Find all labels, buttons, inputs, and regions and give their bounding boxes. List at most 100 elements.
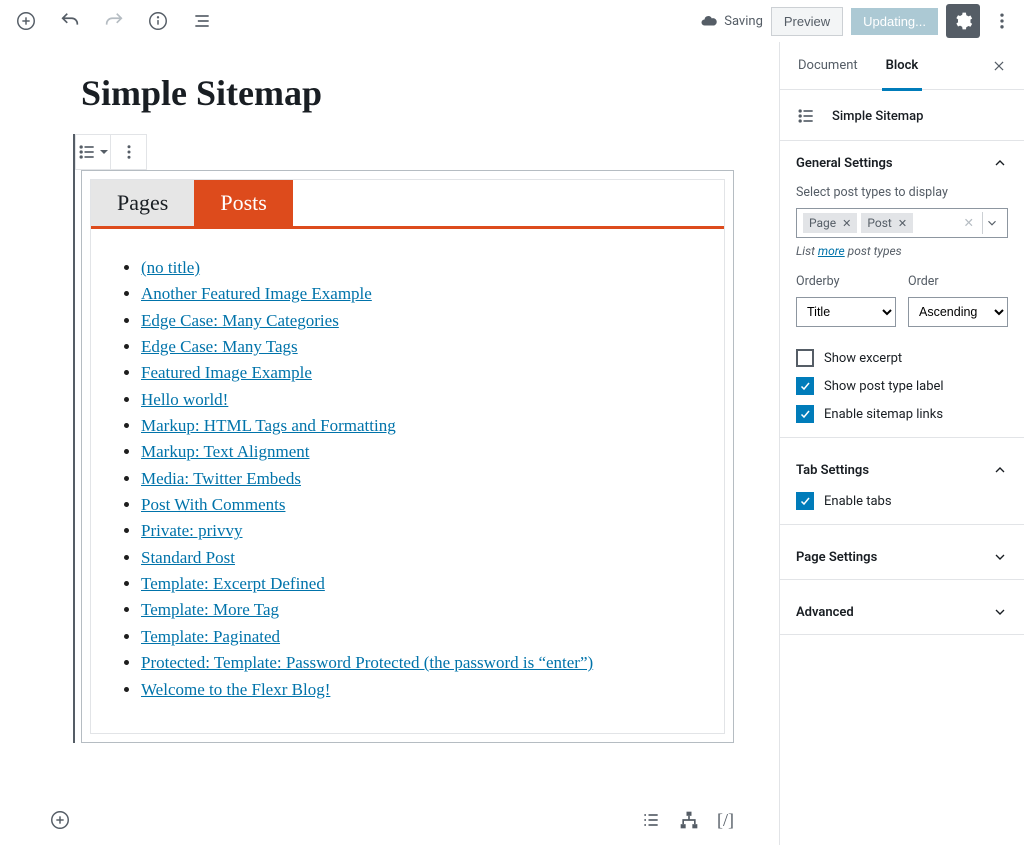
outline-button[interactable]	[184, 3, 220, 39]
redo-icon	[103, 10, 125, 32]
plus-circle-icon	[15, 10, 37, 32]
chevron-up-icon	[992, 462, 1008, 478]
add-block-button[interactable]	[8, 3, 44, 39]
list-item: (no title)	[141, 255, 694, 281]
sitemap-link[interactable]: Featured Image Example	[141, 363, 312, 382]
show-post-type-label-checkbox[interactable]	[796, 377, 814, 395]
outline-icon	[192, 11, 212, 31]
show-excerpt-label: Show excerpt	[824, 351, 902, 366]
info-button[interactable]	[140, 3, 176, 39]
list-item: Featured Image Example	[141, 360, 694, 386]
list-icon	[796, 106, 816, 126]
page-title[interactable]: Simple Sitemap	[81, 72, 734, 114]
show-excerpt-checkbox[interactable]	[796, 349, 814, 367]
undo-icon	[59, 10, 81, 32]
info-icon	[147, 10, 169, 32]
sitemap-link[interactable]: Welcome to the Flexr Blog!	[141, 680, 330, 699]
more-vertical-icon	[120, 143, 138, 161]
block-name: Simple Sitemap	[832, 109, 923, 124]
append-block-button[interactable]	[45, 805, 75, 835]
redo-button[interactable]	[96, 3, 132, 39]
plus-circle-icon	[49, 809, 71, 831]
panel-tab-settings: Tab Settings Enable tabs	[780, 448, 1024, 525]
order-select[interactable]: Ascending	[908, 297, 1008, 327]
remove-token-page[interactable]: ✕	[842, 217, 851, 230]
undo-button[interactable]	[52, 3, 88, 39]
list-item: Standard Post	[141, 545, 694, 571]
sitemap-link[interactable]: Template: Excerpt Defined	[141, 574, 325, 593]
sitemap-link[interactable]: Hello world!	[141, 390, 228, 409]
tab-posts[interactable]: Posts	[194, 180, 292, 226]
post-types-label: Select post types to display	[796, 185, 1008, 200]
token-dropdown-button[interactable]	[982, 212, 1001, 234]
list-item: Welcome to the Flexr Blog!	[141, 677, 694, 703]
block-more-button[interactable]	[111, 134, 147, 170]
chevron-down-icon	[992, 549, 1008, 565]
caret-down-icon	[99, 147, 109, 157]
orderby-label: Orderby	[796, 274, 896, 289]
panel-toggle-advanced[interactable]: Advanced	[780, 590, 1024, 634]
enable-tabs-label: Enable tabs	[824, 494, 892, 509]
sitemap-link[interactable]: Markup: Text Alignment	[141, 442, 309, 461]
panel-title: Tab Settings	[796, 463, 869, 478]
list-item: Template: More Tag	[141, 597, 694, 623]
sitemap-link[interactable]: (no title)	[141, 258, 200, 277]
top-toolbar-left	[8, 3, 220, 39]
panel-title: Page Settings	[796, 550, 877, 565]
settings-toggle-button[interactable]	[946, 4, 980, 38]
selected-block: Pages Posts (no title) Another Featured …	[73, 134, 734, 743]
block-type-button[interactable]	[75, 134, 111, 170]
sidebar-tab-block[interactable]: Block	[872, 42, 933, 90]
enable-sitemap-links-label: Enable sitemap links	[824, 407, 943, 422]
cloud-icon	[700, 12, 718, 30]
sidebar-close-button[interactable]	[978, 59, 1020, 73]
sitemap-link[interactable]: Edge Case: Many Tags	[141, 337, 298, 356]
list-icon	[641, 810, 661, 830]
remove-token-post[interactable]: ✕	[898, 217, 907, 230]
sitemap-block[interactable]: Pages Posts (no title) Another Featured …	[81, 170, 734, 743]
sidebar-tab-document[interactable]: Document	[784, 42, 872, 90]
sitemap-link[interactable]: Protected: Template: Password Protected …	[141, 653, 593, 672]
sitemap-link[interactable]: Another Featured Image Example	[141, 284, 372, 303]
sitemap-icon	[679, 810, 699, 830]
more-menu-button[interactable]	[988, 4, 1016, 38]
preview-button[interactable]: Preview	[771, 7, 843, 36]
clear-tokens-button[interactable]: ✕	[960, 215, 978, 231]
sitemap-link[interactable]: Template: More Tag	[141, 600, 279, 619]
sitemap-link[interactable]: Edge Case: Many Categories	[141, 311, 339, 330]
editor-canvas[interactable]: Simple Sitemap Pages Posts	[0, 42, 779, 845]
settings-sidebar: Document Block Simple Sitemap General Se…	[779, 42, 1024, 845]
sitemap-link[interactable]: Media: Twitter Embeds	[141, 469, 301, 488]
sitemap-link[interactable]: Markup: HTML Tags and Formatting	[141, 416, 396, 435]
panel-general-settings: General Settings Select post types to di…	[780, 140, 1024, 438]
sitemap-post-list: (no title) Another Featured Image Exampl…	[91, 229, 724, 713]
chevron-up-icon	[992, 155, 1008, 171]
list-item: Protected: Template: Password Protected …	[141, 650, 694, 676]
enable-tabs-checkbox[interactable]	[796, 492, 814, 510]
structure-button[interactable]	[679, 810, 699, 830]
sitemap-link[interactable]: Private: privvy	[141, 521, 243, 540]
orderby-select[interactable]: Title	[796, 297, 896, 327]
publish-button[interactable]: Updating...	[851, 8, 938, 35]
list-icon	[77, 142, 97, 162]
token-page: Page✕	[803, 213, 857, 233]
sitemap-link[interactable]: Standard Post	[141, 548, 235, 567]
list-more-link[interactable]: more	[818, 244, 845, 258]
panel-toggle-page[interactable]: Page Settings	[780, 535, 1024, 579]
list-item: Markup: HTML Tags and Formatting	[141, 413, 694, 439]
close-icon	[992, 59, 1006, 73]
block-header: Simple Sitemap	[780, 90, 1024, 130]
list-item: Edge Case: Many Tags	[141, 334, 694, 360]
sitemap-link[interactable]: Post With Comments	[141, 495, 285, 514]
list-item: Markup: Text Alignment	[141, 439, 694, 465]
enable-sitemap-links-checkbox[interactable]	[796, 405, 814, 423]
sitemap-link[interactable]: Template: Paginated	[141, 627, 280, 646]
editor-footer-tools: [/]	[45, 805, 734, 835]
list-item: Template: Paginated	[141, 624, 694, 650]
panel-toggle-general[interactable]: General Settings	[780, 141, 1024, 185]
list-item: Another Featured Image Example	[141, 281, 694, 307]
list-view-button[interactable]	[641, 810, 661, 830]
panel-toggle-tab[interactable]: Tab Settings	[780, 448, 1024, 492]
tab-pages[interactable]: Pages	[91, 180, 194, 226]
post-types-input[interactable]: Page✕ Post✕ ✕	[796, 208, 1008, 238]
